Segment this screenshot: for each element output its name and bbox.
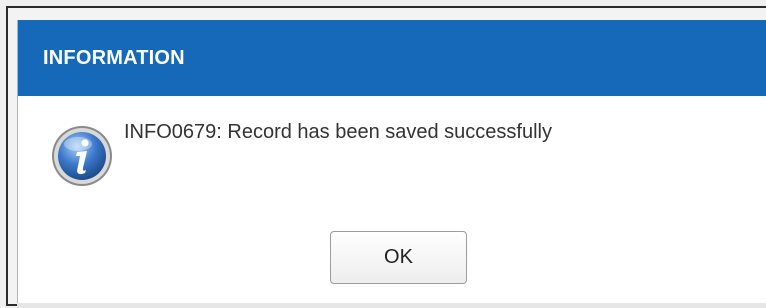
screen-background: INFORMATION INFO0679: Record has been sa… — [0, 0, 766, 308]
info-icon — [50, 124, 114, 188]
dialog-bottom-edge — [17, 303, 766, 308]
dialog-title: INFORMATION — [43, 47, 185, 69]
dialog-titlebar: INFORMATION — [18, 20, 766, 96]
ok-button[interactable]: OK — [330, 231, 467, 284]
dialog-message: INFO0679: Record has been saved successf… — [124, 121, 552, 143]
information-dialog: INFORMATION INFO0679: Record has been sa… — [17, 20, 766, 303]
